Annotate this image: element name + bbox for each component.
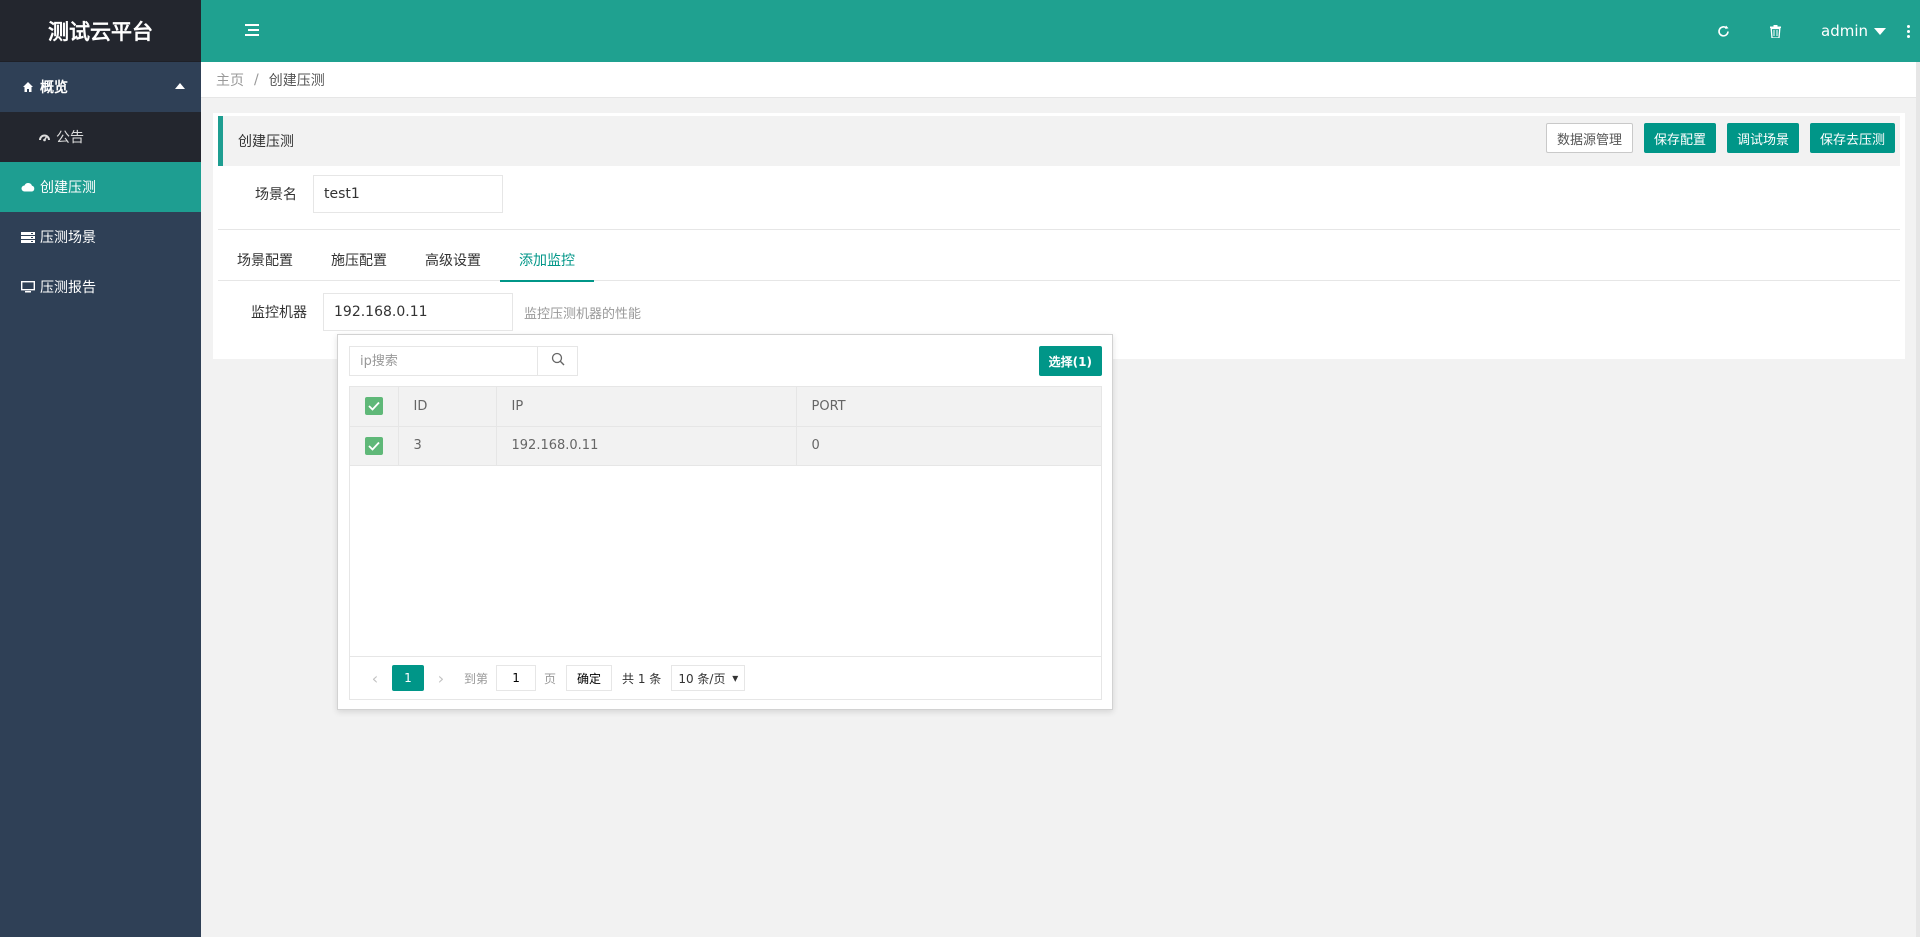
search-button[interactable] — [538, 346, 578, 376]
tab-advanced-settings[interactable]: 高级设置 — [406, 239, 500, 281]
table-header-row: ID IP PORT — [350, 387, 1101, 427]
tab-load-config[interactable]: 施压配置 — [312, 239, 406, 281]
create-test-card: 创建压测 数据源管理 保存配置 调试场景 保存去压测 场景名 场景配置 施压配置… — [213, 113, 1905, 359]
machine-table: ID IP PORT 3 192.168.0.11 0 ‹ 1 › 到第 1 页… — [349, 386, 1102, 700]
sidebar-item-notice[interactable]: 公告 — [0, 112, 201, 162]
config-tabs: 场景配置 施压配置 高级设置 添加监控 — [218, 239, 1900, 282]
sidebar-item-overview[interactable]: 概览 — [0, 62, 201, 112]
cell-ip: 192.168.0.11 — [496, 426, 797, 466]
column-header-port[interactable]: PORT — [796, 387, 1101, 427]
sidebar-item-label: 概览 — [40, 80, 68, 96]
page-current[interactable]: 1 — [392, 665, 424, 691]
caret-down-icon: ▾ — [732, 671, 739, 685]
breadcrumb-separator: / — [254, 71, 259, 88]
prev-page-icon[interactable]: ‹ — [360, 665, 390, 691]
row-checkbox[interactable] — [364, 436, 383, 455]
sidebar-item-label: 压测场景 — [40, 230, 96, 246]
sidebar-item-label: 压测报告 — [40, 280, 96, 296]
sidebar-item-label: 创建压测 — [40, 180, 96, 196]
more-vertical-icon[interactable] — [1896, 24, 1920, 38]
scene-name-label: 场景名 — [255, 187, 297, 203]
monitor-machine-label: 监控机器 — [251, 305, 307, 321]
page-size-value: 10 条/页 — [678, 671, 726, 686]
search-icon — [551, 352, 565, 370]
save-and-run-button[interactable]: 保存去压测 — [1809, 123, 1895, 153]
goto-confirm-button[interactable]: 确定 — [566, 665, 613, 691]
select-all-checkbox[interactable] — [364, 397, 383, 416]
sidebar-item-create-test[interactable]: 创建压测 — [0, 162, 201, 212]
monitor-machine-row: 监控机器 监控压测机器的性能 — [213, 293, 641, 331]
machine-select-dropdown: 选择(1) ID IP PORT — [337, 334, 1113, 710]
save-config-button[interactable]: 保存配置 — [1643, 123, 1716, 153]
breadcrumb: 主页 / 创建压测 — [201, 62, 1920, 98]
home-icon — [20, 81, 36, 93]
select-all-cell — [350, 387, 399, 427]
select-confirm-button[interactable]: 选择(1) — [1038, 346, 1102, 376]
divider — [218, 229, 1900, 230]
table-row[interactable]: 3 192.168.0.11 0 — [350, 426, 1101, 466]
app-logo-title: 测试云平台 — [0, 0, 201, 62]
tab-scene-config[interactable]: 场景配置 — [218, 239, 312, 281]
cloud-icon — [20, 182, 36, 192]
server-icon — [20, 231, 36, 243]
tab-add-monitor[interactable]: 添加监控 — [500, 239, 594, 282]
cell-port: 0 — [796, 426, 1101, 466]
ip-search-input[interactable] — [349, 346, 538, 376]
top-header: admin — [201, 0, 1920, 62]
user-menu[interactable]: admin — [1801, 22, 1896, 40]
debug-scene-button[interactable]: 调试场景 — [1726, 123, 1799, 153]
scrollbar[interactable] — [1916, 62, 1920, 937]
next-page-icon[interactable]: › — [426, 665, 456, 691]
column-header-ip[interactable]: IP — [496, 387, 797, 427]
monitor-icon — [20, 281, 36, 293]
monitor-machine-hint: 监控压测机器的性能 — [524, 306, 642, 322]
menu-toggle-icon[interactable] — [245, 24, 259, 38]
page-unit-label: 页 — [544, 671, 557, 686]
goto-label: 到第 — [464, 671, 489, 686]
sidebar: 测试云平台 概览 公告 创建压测 压测场景 压测报告 — [0, 0, 201, 937]
sidebar-item-label: 公告 — [56, 130, 84, 146]
total-count: 共 1 条 — [622, 671, 662, 686]
page-size-select[interactable]: 10 条/页 ▾ — [671, 665, 746, 691]
goto-page-input[interactable] — [496, 665, 537, 691]
card-actions: 数据源管理 保存配置 调试场景 保存去压测 — [1545, 123, 1895, 153]
column-header-id[interactable]: ID — [398, 387, 497, 427]
refresh-icon[interactable] — [1697, 0, 1749, 62]
row-checkbox-cell — [350, 426, 399, 466]
scene-name-row: 场景名 — [213, 175, 503, 213]
scene-name-input[interactable] — [313, 175, 503, 213]
dashboard-icon — [36, 131, 52, 143]
ip-search-box — [349, 346, 578, 376]
datasource-manage-button[interactable]: 数据源管理 — [1545, 123, 1633, 153]
pagination: ‹ 1 › 到第 页 确定 共 1 条 10 条/页 ▾ — [350, 656, 1101, 699]
monitor-machine-input[interactable] — [323, 293, 513, 331]
card-title: 创建压测 — [238, 134, 294, 150]
caret-down-icon — [1874, 27, 1886, 35]
user-name: admin — [1821, 22, 1868, 40]
breadcrumb-home[interactable]: 主页 — [216, 70, 244, 90]
trash-icon[interactable] — [1749, 0, 1801, 62]
sidebar-item-reports[interactable]: 压测报告 — [0, 262, 201, 312]
breadcrumb-current: 创建压测 — [268, 72, 325, 89]
chevron-up-icon — [175, 83, 185, 89]
cell-id: 3 — [398, 426, 497, 466]
sidebar-item-scenes[interactable]: 压测场景 — [0, 212, 201, 262]
